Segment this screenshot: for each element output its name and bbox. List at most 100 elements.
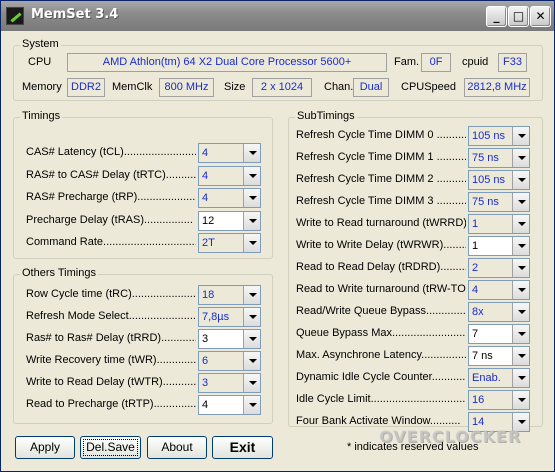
chan-label: Chan. (324, 81, 354, 93)
chevron-down-icon[interactable] (512, 369, 529, 387)
timing-select-value: 12 (202, 214, 215, 227)
subtiming-label: Refresh Cycle Time DIMM 3 .......... (296, 195, 466, 207)
chevron-down-icon[interactable] (512, 303, 529, 321)
subtiming-select[interactable]: 75 ns (468, 192, 530, 212)
size-label: Size (224, 81, 246, 93)
other-timing-label: Write Recovery time (tWR)............... (26, 354, 196, 366)
memset-app-icon[interactable] (6, 7, 24, 25)
timing-select-value: 2T (202, 237, 215, 249)
subtiming-label: Read to Write turnaround (tRW-TO)....... (296, 283, 466, 295)
title-bar[interactable]: MemSet 3.4 _ □ ✕ (1, 1, 554, 31)
subtiming-select[interactable]: 7 (468, 324, 530, 344)
subtiming-select-value: 1 (472, 240, 479, 252)
chevron-down-icon[interactable] (243, 374, 260, 392)
subtiming-select-value: 75 ns (472, 196, 499, 208)
subtiming-label: Max. Asynchrone Latency.................… (296, 349, 466, 361)
other-timing-select-value: 3 (202, 333, 209, 345)
subtiming-label: Queue Bypass Max........................… (296, 327, 466, 339)
timing-label: RAS# to CAS# Delay (tRTC).......... (26, 168, 196, 181)
other-timing-label: Write to Read Delay (tWTR).............. (26, 376, 196, 388)
other-timing-label: Row Cycle time (tRC)....................… (26, 288, 196, 300)
other-timing-select[interactable]: 7,8µs (198, 307, 261, 327)
chevron-down-icon[interactable] (243, 166, 260, 185)
subtiming-select[interactable]: 105 ns (468, 126, 530, 146)
apply-button[interactable]: Apply (15, 436, 75, 459)
chevron-down-icon[interactable] (512, 171, 529, 189)
subtiming-select[interactable]: 1 (468, 236, 530, 256)
subtiming-select[interactable]: 16 (468, 390, 530, 410)
chevron-down-icon[interactable] (512, 347, 529, 365)
other-timing-select[interactable]: 6 (198, 351, 261, 371)
subtiming-label: Write to Write Delay (tWRWR).......... (296, 239, 466, 251)
timing-select[interactable]: 4 (198, 188, 261, 208)
other-timing-label: Read to Precharge (tRTP)............... (26, 398, 196, 410)
subtiming-select[interactable]: Enab. (468, 368, 530, 388)
subtiming-select-value: 2 (472, 262, 479, 274)
cpu-value: AMD Athlon(tm) 64 X2 Dual Core Processor… (67, 53, 387, 72)
chevron-down-icon[interactable] (243, 286, 260, 304)
chevron-down-icon[interactable] (512, 237, 529, 255)
chevron-down-icon[interactable] (243, 144, 260, 162)
other-timing-select[interactable]: 3 (198, 373, 261, 393)
timing-select[interactable]: 4 (198, 143, 261, 163)
subtiming-select-value: 7 (472, 328, 479, 340)
memset-window: MemSet 3.4 _ □ ✕ System CPU AMD Athlon(t… (0, 0, 555, 472)
other-timing-select[interactable]: 4 (198, 395, 261, 415)
chevron-down-icon[interactable] (512, 127, 529, 145)
chevron-down-icon[interactable] (243, 396, 260, 414)
subtiming-select[interactable]: 7 ns (468, 346, 530, 366)
chevron-down-icon[interactable] (512, 391, 529, 409)
cpuid-value: F33 (498, 53, 527, 72)
chevron-down-icon[interactable] (243, 234, 260, 252)
chevron-down-icon[interactable] (243, 352, 260, 370)
maximize-button[interactable]: □ (508, 6, 529, 27)
timing-select[interactable]: 12 (198, 210, 261, 231)
subtiming-select-value: 4 (472, 284, 479, 296)
subtiming-select[interactable]: 1 (468, 214, 530, 234)
subtiming-select[interactable]: 105 ns (468, 170, 530, 190)
other-timing-select[interactable]: 3 (198, 329, 261, 349)
chevron-down-icon[interactable] (512, 215, 529, 233)
minimize-button[interactable]: _ (486, 6, 507, 27)
close-button[interactable]: ✕ (530, 6, 551, 27)
memclk-label: MemClk (112, 81, 153, 93)
other-timing-label: Ras# to Ras# Delay (tRRD).............. (26, 332, 196, 344)
chevron-down-icon[interactable] (243, 330, 260, 348)
timing-label: CAS# Latency (tCL)......................… (26, 146, 196, 158)
chevron-down-icon[interactable] (512, 281, 529, 299)
subtiming-select[interactable]: 2 (468, 258, 530, 278)
subtiming-select[interactable]: 75 ns (468, 148, 530, 168)
subtiming-select-value: 105 ns (472, 174, 506, 186)
timing-label: RAS# Precharge (tRP)....................… (26, 191, 196, 203)
memory-value: DDR2 (67, 78, 105, 97)
subtiming-select-value: 75 ns (472, 152, 499, 164)
chevron-down-icon[interactable] (243, 308, 260, 326)
subtiming-label: Refresh Cycle Time DIMM 0 .......... (296, 129, 466, 141)
other-timing-select-value: 4 (202, 399, 209, 411)
subtiming-select[interactable]: 8x (468, 302, 530, 322)
subtiming-label: Read to Read Delay (tRDRD)............ (296, 261, 466, 273)
delsave-button[interactable]: Del.Save (80, 436, 141, 459)
timings-legend: Timings (20, 110, 63, 122)
timing-select[interactable]: 4 (198, 165, 261, 186)
subtiming-label: Write to Read turnaround (tWRRD).... (296, 217, 466, 229)
chevron-down-icon[interactable] (512, 193, 529, 211)
other-timing-select-value: 18 (202, 289, 215, 301)
exit-button[interactable]: Exit (212, 436, 273, 459)
memory-label: Memory (22, 81, 62, 93)
about-button[interactable]: About (147, 436, 207, 459)
chevron-down-icon[interactable] (512, 259, 529, 277)
other-timing-select[interactable]: 18 (198, 285, 261, 305)
subtiming-label: Dynamic Idle Cycle Counter............ (296, 371, 466, 383)
timing-select[interactable]: 2T (198, 233, 261, 253)
chevron-down-icon[interactable] (243, 189, 260, 207)
subtiming-label: Refresh Cycle Time DIMM 1 .......... (296, 151, 466, 163)
timing-select-value: 4 (202, 169, 209, 182)
subtiming-select-value: Enab. (472, 372, 501, 384)
chan-value: Dual (353, 78, 389, 97)
chevron-down-icon[interactable] (512, 325, 529, 343)
chevron-down-icon[interactable] (243, 211, 260, 230)
other-timing-select-value: 6 (202, 355, 209, 367)
chevron-down-icon[interactable] (512, 149, 529, 167)
subtiming-select[interactable]: 4 (468, 280, 530, 300)
